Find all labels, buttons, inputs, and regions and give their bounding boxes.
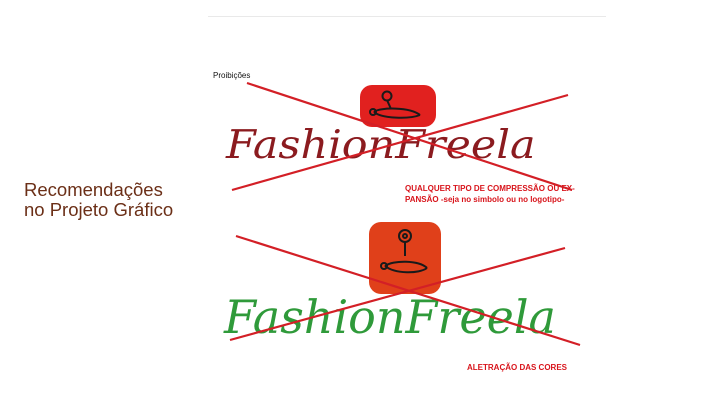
caption-compression: QUALQUER TIPO DE COMPRESSÃO OU EX-PANSÃO…	[405, 184, 575, 204]
wordmark-recolored: FashionFreela	[224, 290, 556, 344]
slide-title: Recomendações no Projeto Gráfico	[24, 179, 174, 220]
wordmark-compressed: FashionFreela	[226, 123, 536, 168]
caption-color-alteration: ALETRAÇÃO DAS CORES	[467, 363, 568, 372]
top-divider	[208, 16, 606, 17]
safety-pin-location-icon	[369, 90, 421, 119]
section-label: Proibições	[213, 71, 251, 80]
app-icon-2	[369, 222, 441, 294]
safety-pin-location-icon	[380, 229, 428, 274]
app-icon-1	[360, 85, 436, 127]
